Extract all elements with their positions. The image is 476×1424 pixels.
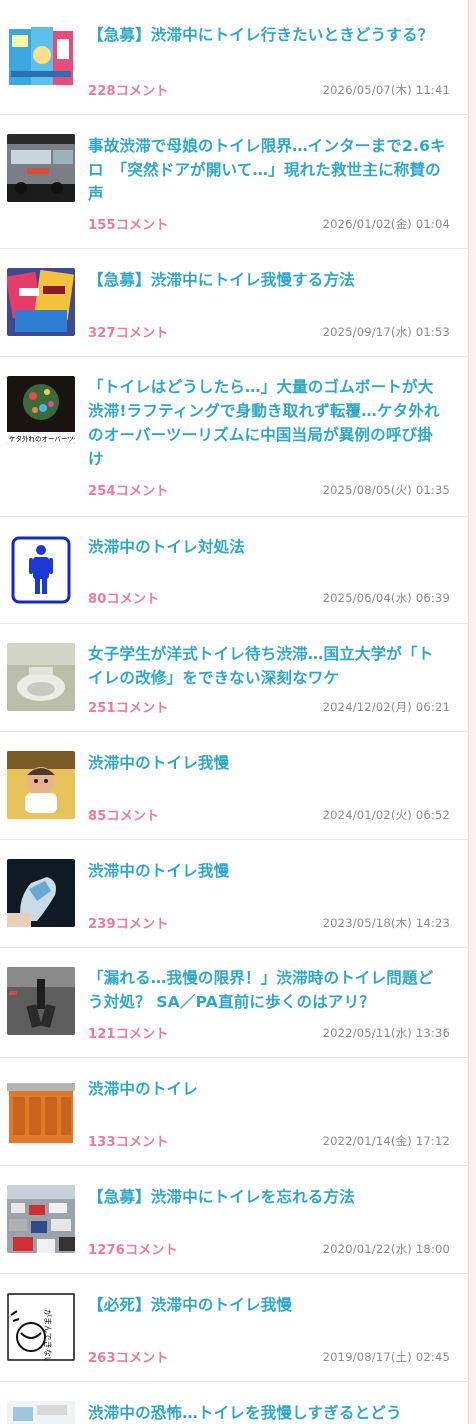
list-item[interactable]: 渋滞中のトイレ我慢 239コメント 2023/05/18(木) 14:23	[0, 840, 469, 948]
comment-count: 239コメント	[88, 917, 169, 932]
comment-count: 133コメント	[88, 1135, 169, 1150]
anime-character-thumbnail[interactable]	[7, 751, 75, 819]
list-item[interactable]: 【急募】渋滞中にトイレ我慢する方法 327コメント 2025/09/17(水) …	[0, 249, 469, 357]
comment-count: 85コメント	[88, 809, 160, 824]
thumb-caption: ケタ外れのオーバーツーリ	[9, 434, 75, 443]
article-title[interactable]: 「漏れる…我慢の限界！」渋滞時のトイレ問題どう対処？ SA／PA直前に歩くのはア…	[88, 966, 448, 1014]
list-item[interactable]: 渋滞中のトイレ対処法 80コメント 2025/06/04(水) 06:39	[0, 517, 469, 624]
comment-count: 155コメント	[88, 218, 169, 233]
list-item[interactable]: 女子学生が洋式トイレ待ち渋滞…国立大学が「トイレの改修」をできない深刻なワケ 2…	[0, 624, 469, 732]
list-item[interactable]: 事故渋滞で母娘のトイレ限界…インターまで2.6キロ 「突然ドアが開いて…」現れた…	[0, 115, 469, 249]
rafting-crowd-thumbnail[interactable]: ケタ外れのオーバーツーリ	[7, 376, 75, 444]
squat-toilet-thumbnail[interactable]	[7, 643, 75, 711]
comment-count: 327コメント	[88, 326, 169, 341]
illustration-thumbnail[interactable]	[7, 1401, 75, 1424]
traffic-jam-thumbnail[interactable]	[7, 1185, 75, 1253]
road-walker-thumbnail[interactable]	[7, 967, 75, 1035]
list-item[interactable]: 渋滞中のトイレ 133コメント 2022/01/14(金) 17:12	[0, 1058, 469, 1166]
manga-panel-thumbnail[interactable]: がまんできない	[7, 1293, 75, 1361]
portable-bag-thumbnail[interactable]	[7, 859, 75, 927]
comment-count: 254コメント	[88, 484, 169, 499]
list-item[interactable]: 【急募】渋滞中にトイレを忘れる方法 1276コメント 2020/01/22(水)…	[0, 1166, 469, 1274]
bus-photo-thumbnail[interactable]	[7, 134, 75, 202]
toilet-sign-icon[interactable]	[7, 536, 75, 604]
post-date: 2022/01/14(金) 17:12	[322, 1134, 450, 1148]
comment-count: 121コメント	[88, 1027, 169, 1042]
post-date: 2026/05/07(木) 11:41	[322, 83, 450, 97]
article-title[interactable]: 渋滞中の恐怖…トイレを我慢しすぎるとどう	[88, 1401, 448, 1424]
comment-count: 228コメント	[88, 84, 169, 99]
article-title[interactable]: 【急募】渋滞中にトイレ行きたいときどうする？	[88, 23, 448, 47]
article-title[interactable]: 事故渋滞で母娘のトイレ限界…インターまで2.6キロ 「突然ドアが開いて…」現れた…	[88, 134, 448, 206]
article-title[interactable]: 渋滞中のトイレ我慢	[88, 751, 448, 775]
post-date: 2025/06/04(水) 06:39	[322, 591, 450, 605]
list-item[interactable]: 【急募】渋滞中にトイレ行きたいときどうする？ 228コメント 2026/05/0…	[0, 0, 469, 115]
article-title[interactable]: 女子学生が洋式トイレ待ち渋滞…国立大学が「トイレの改修」をできない深刻なワケ	[88, 642, 448, 690]
article-title[interactable]: 【急募】渋滞中にトイレ我慢する方法	[88, 268, 448, 292]
list-item[interactable]: がまんできない 【必死】渋滞中のトイレ我慢 263コメント 2019/08/17…	[0, 1274, 469, 1382]
article-title[interactable]: 「トイレはどうしたら…」大量のゴムボートが大渋滞!ラフティングで身動き取れず転覆…	[88, 375, 448, 471]
post-date: 2019/08/17(土) 02:45	[322, 1350, 450, 1364]
post-date: 2026/01/02(金) 01:04	[322, 217, 450, 231]
post-date: 2024/12/02(月) 06:21	[322, 700, 450, 714]
comment-count: 80コメント	[88, 592, 160, 607]
article-title[interactable]: 渋滞中のトイレ我慢	[88, 859, 448, 883]
post-date: 2025/08/05(火) 01:35	[322, 483, 450, 497]
article-list: 【急募】渋滞中にトイレ行きたいときどうする？ 228コメント 2026/05/0…	[0, 0, 469, 1424]
article-title[interactable]: 【急募】渋滞中にトイレを忘れる方法	[88, 1185, 448, 1209]
post-date: 2024/01/02(火) 06:52	[322, 808, 450, 822]
post-date: 2022/05/11(水) 13:36	[322, 1026, 450, 1040]
comment-count: 1276コメント	[88, 1243, 178, 1258]
snack-packages-thumbnail[interactable]	[7, 268, 75, 336]
post-date: 2023/05/18(木) 14:23	[322, 916, 450, 930]
article-title[interactable]: 渋滞中のトイレ	[88, 1077, 448, 1101]
portable-toilets-thumbnail[interactable]	[7, 1077, 75, 1145]
scrollbar-edge	[469, 0, 476, 1424]
article-title[interactable]: 【必死】渋滞中のトイレ我慢	[88, 1293, 448, 1317]
comment-count: 251コメント	[88, 701, 169, 716]
book-cover-thumbnail[interactable]	[7, 25, 75, 93]
comment-count: 263コメント	[88, 1351, 169, 1366]
list-item[interactable]: 渋滞中の恐怖…トイレを我慢しすぎるとどう	[0, 1382, 469, 1424]
list-item[interactable]: 「漏れる…我慢の限界！」渋滞時のトイレ問題どう対処？ SA／PA直前に歩くのはア…	[0, 948, 469, 1058]
list-item[interactable]: 渋滞中のトイレ我慢 85コメント 2024/01/02(火) 06:52	[0, 732, 469, 840]
article-title[interactable]: 渋滞中のトイレ対処法	[88, 535, 448, 559]
post-date: 2025/09/17(水) 01:53	[322, 325, 450, 339]
post-date: 2020/01/22(水) 18:00	[322, 1242, 450, 1256]
list-item[interactable]: ケタ外れのオーバーツーリ 「トイレはどうしたら…」大量のゴムボートが大渋滞!ラフ…	[0, 357, 469, 517]
